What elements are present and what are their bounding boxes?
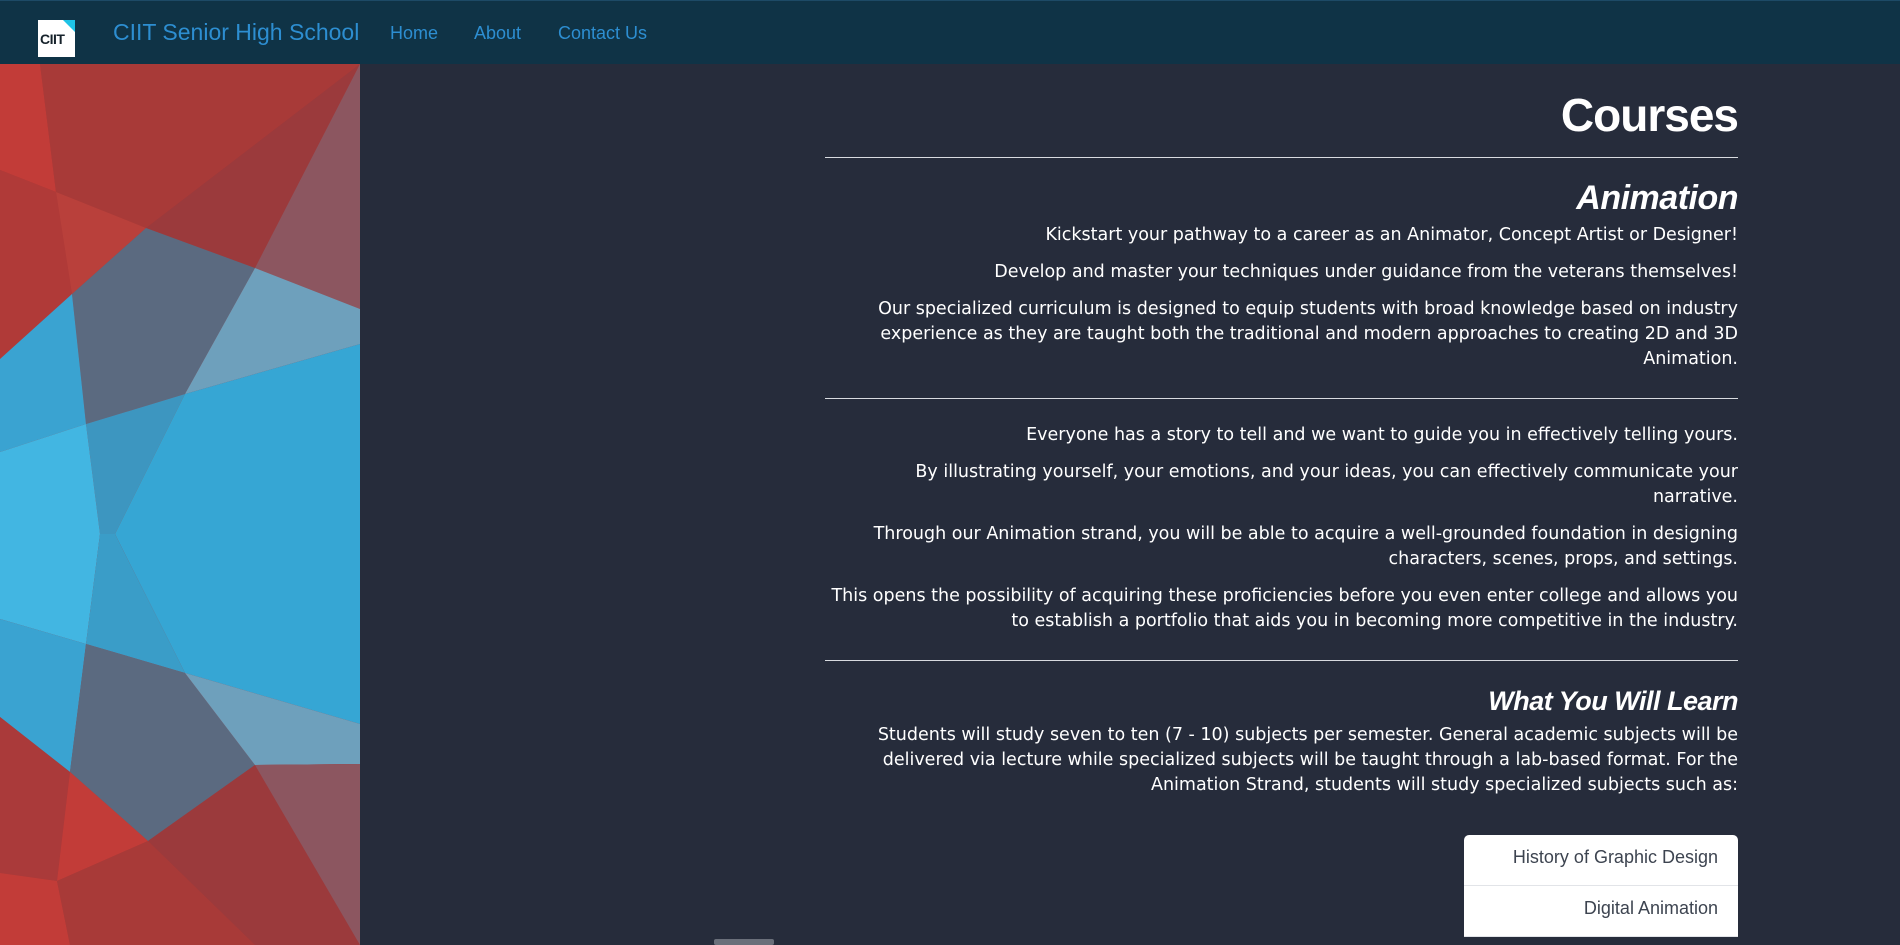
story-paragraph-2: By illustrating yourself, your emotions,… [915,461,1738,507]
story-paragraph-4: This opens the possibility of acquiring … [831,585,1738,631]
logo-text: CIIT [40,31,65,47]
brand-name-link[interactable]: CIIT Senior High School [113,19,359,46]
story-paragraph-3: Through our Animation strand, you will b… [873,523,1738,569]
horizontal-scrollbar-thumb[interactable] [714,939,774,945]
sidebar-geometric-art [0,64,360,945]
divider [825,659,1738,661]
nav-link-contact-us[interactable]: Contact Us [558,23,647,44]
top-navbar: CIIT CIIT Senior High School Home About … [0,0,1900,64]
polygon-art-image [0,64,360,945]
animation-heading: Animation [1576,178,1738,217]
story-paragraph-1: Everyone has a story to tell and we want… [1026,424,1738,445]
list-item-subject: History of Graphic Design [1464,835,1738,886]
what-you-will-learn-heading: What You Will Learn [1488,685,1738,716]
subject-list: History of Graphic Design Digital Animat… [1464,834,1738,937]
nav-link-home[interactable]: Home [390,23,438,44]
intro-paragraph-1: Kickstart your pathway to a career as an… [1045,224,1738,245]
list-item-subject: Digital Animation [1464,886,1738,937]
page-title: Courses [1560,89,1739,141]
nav-link-about[interactable]: About [474,23,521,44]
intro-paragraph-3: Our specialized curriculum is designed t… [878,298,1738,369]
intro-paragraph-2: Develop and master your techniques under… [994,261,1738,282]
ciit-logo[interactable]: CIIT [38,20,75,57]
learn-description: Students will study seven to ten (7 - 10… [877,724,1738,795]
divider [825,397,1738,399]
main-content: Courses Animation Kickstart your pathway… [825,64,1739,937]
divider [825,156,1738,158]
logo-accent [63,20,75,32]
